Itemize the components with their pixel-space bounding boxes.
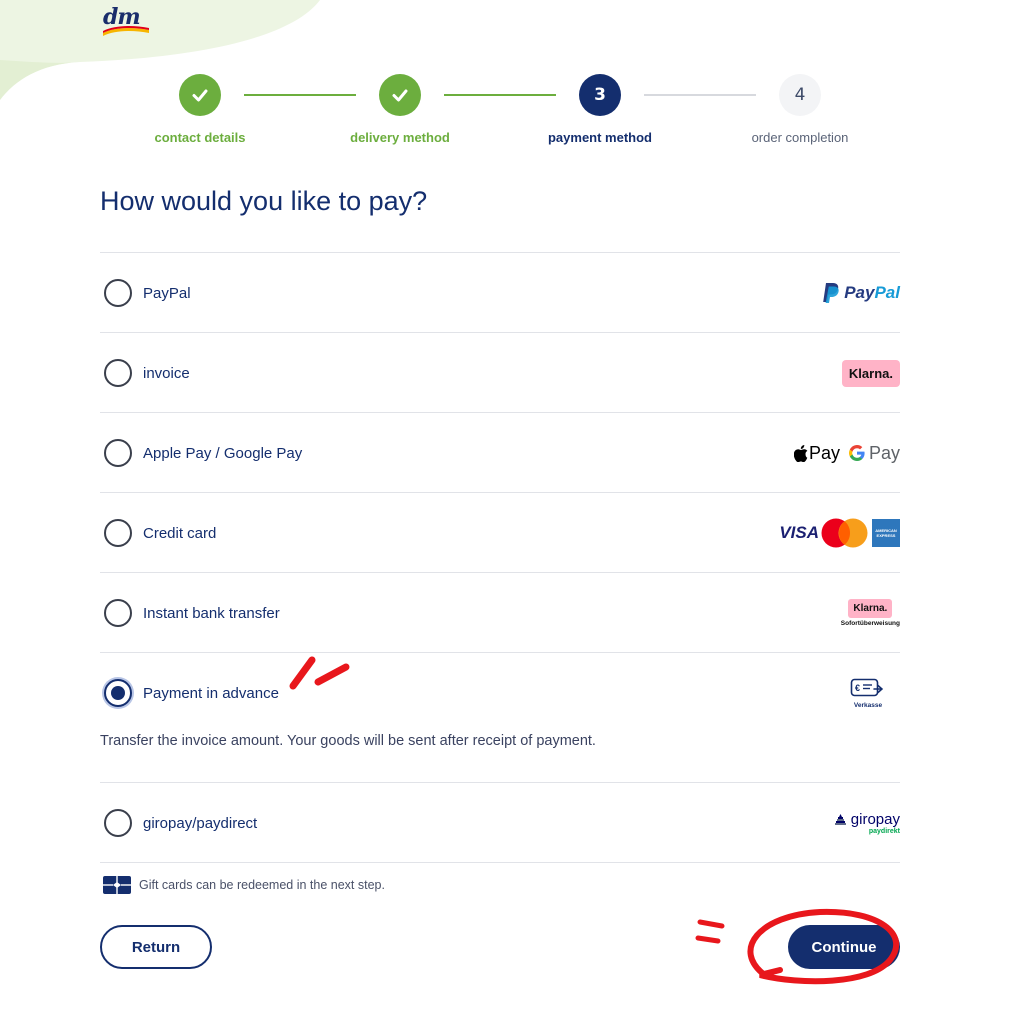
payment-option-label: Apple Pay / Google Pay bbox=[143, 444, 303, 462]
payment-option-credit-card[interactable]: Credit card VISA AMERICAN EXPRESS bbox=[100, 492, 900, 572]
dm-logo[interactable]: dm bbox=[103, 4, 149, 36]
payment-option-label: giropay/paydirect bbox=[143, 814, 258, 832]
payment-method-list: PayPal PayPal invoice Klarna. Apple Pay … bbox=[100, 252, 900, 863]
payment-option-paypal[interactable]: PayPal PayPal bbox=[100, 252, 900, 332]
checkout-stepper: contact details delivery method 3 paymen… bbox=[0, 74, 1015, 164]
radio-button[interactable] bbox=[104, 809, 132, 837]
step-number: 4 bbox=[779, 74, 821, 116]
radio-button[interactable] bbox=[104, 359, 132, 387]
paypal-wordmark: PayPal bbox=[844, 283, 900, 302]
paypal-icon bbox=[823, 283, 839, 303]
step-label: delivery method bbox=[350, 130, 450, 145]
klarna-badge: Klarna. bbox=[848, 599, 893, 618]
step-label: payment method bbox=[547, 130, 652, 145]
payment-option-invoice[interactable]: invoice Klarna. bbox=[100, 332, 900, 412]
payment-option-label: Instant bank transfer bbox=[143, 604, 280, 622]
verkasse-caption: Verkasse bbox=[853, 701, 883, 709]
radio-button[interactable] bbox=[104, 279, 132, 307]
payment-option-label: Credit card bbox=[143, 524, 217, 542]
radio-button[interactable] bbox=[104, 519, 132, 547]
giropay-wordmark: giropay bbox=[850, 811, 900, 828]
return-button[interactable]: Return bbox=[100, 925, 212, 969]
payment-option-description: Transfer the invoice amount. Your goods … bbox=[100, 733, 596, 749]
amex-logo: AMERICAN EXPRESS bbox=[872, 519, 900, 547]
gift-card-text: Gift cards can be redeemed in the next s… bbox=[139, 878, 385, 892]
giropay-logo: giropay paydirekt bbox=[834, 783, 900, 863]
klarna-badge: Klarna. bbox=[841, 359, 900, 387]
google-pay-text: Pay bbox=[868, 442, 900, 463]
step-payment-method: 3 payment method bbox=[520, 74, 680, 145]
step-delivery-method[interactable]: delivery method bbox=[320, 74, 480, 145]
applepay-googlepay-logo: Pay Pay bbox=[793, 413, 900, 493]
klarna-sofort-logo: Klarna. Sofortüberweisung bbox=[841, 573, 900, 653]
payment-option-label: Payment in advance bbox=[143, 684, 279, 702]
page-title: How would you like to pay? bbox=[100, 186, 428, 216]
gift-card-icon bbox=[103, 876, 131, 894]
payment-option-apple-google-pay[interactable]: Apple Pay / Google Pay Pay Pay bbox=[100, 412, 900, 492]
step-contact-details[interactable]: contact details bbox=[120, 74, 280, 145]
check-icon bbox=[379, 74, 421, 116]
radio-button[interactable] bbox=[104, 679, 132, 707]
paydirekt-wordmark: paydirekt bbox=[868, 828, 900, 835]
apple-icon bbox=[793, 444, 808, 462]
step-number: 3 bbox=[579, 74, 621, 116]
svg-text:€: € bbox=[855, 683, 860, 693]
gift-card-note: Gift cards can be redeemed in the next s… bbox=[103, 876, 385, 894]
step-label: contact details bbox=[154, 130, 246, 145]
paypal-logo: PayPal bbox=[822, 253, 900, 333]
check-icon bbox=[179, 74, 221, 116]
mastercard-icon bbox=[821, 518, 868, 548]
radio-button[interactable] bbox=[104, 599, 132, 627]
payment-option-label: PayPal bbox=[143, 284, 191, 302]
klarna-logo: Klarna. bbox=[841, 333, 900, 413]
continue-button[interactable]: Continue bbox=[788, 925, 900, 969]
giropay-icon bbox=[834, 813, 846, 825]
step-order-completion: 4 order completion bbox=[720, 74, 880, 145]
visa-logo: VISA bbox=[779, 523, 819, 542]
verkasse-logo: € Verkasse bbox=[850, 653, 900, 733]
bank-transfer-icon: € bbox=[850, 678, 884, 696]
radio-button[interactable] bbox=[104, 439, 132, 467]
step-label: order completion bbox=[751, 130, 849, 145]
google-g-icon bbox=[848, 445, 865, 461]
payment-option-giropay[interactable]: giropay/paydirect giropay paydirekt bbox=[100, 782, 900, 862]
apple-pay-text: Pay bbox=[808, 442, 840, 463]
payment-option-payment-in-advance[interactable]: Payment in advance € Verkasse Transfer t… bbox=[100, 652, 900, 782]
sofort-caption: Sofortüberweisung bbox=[840, 620, 900, 627]
payment-option-instant-bank-transfer[interactable]: Instant bank transfer Klarna. Sofortüber… bbox=[100, 572, 900, 652]
visa-mastercard-amex-logo: VISA AMERICAN EXPRESS bbox=[779, 493, 900, 573]
payment-option-label: invoice bbox=[143, 364, 190, 382]
